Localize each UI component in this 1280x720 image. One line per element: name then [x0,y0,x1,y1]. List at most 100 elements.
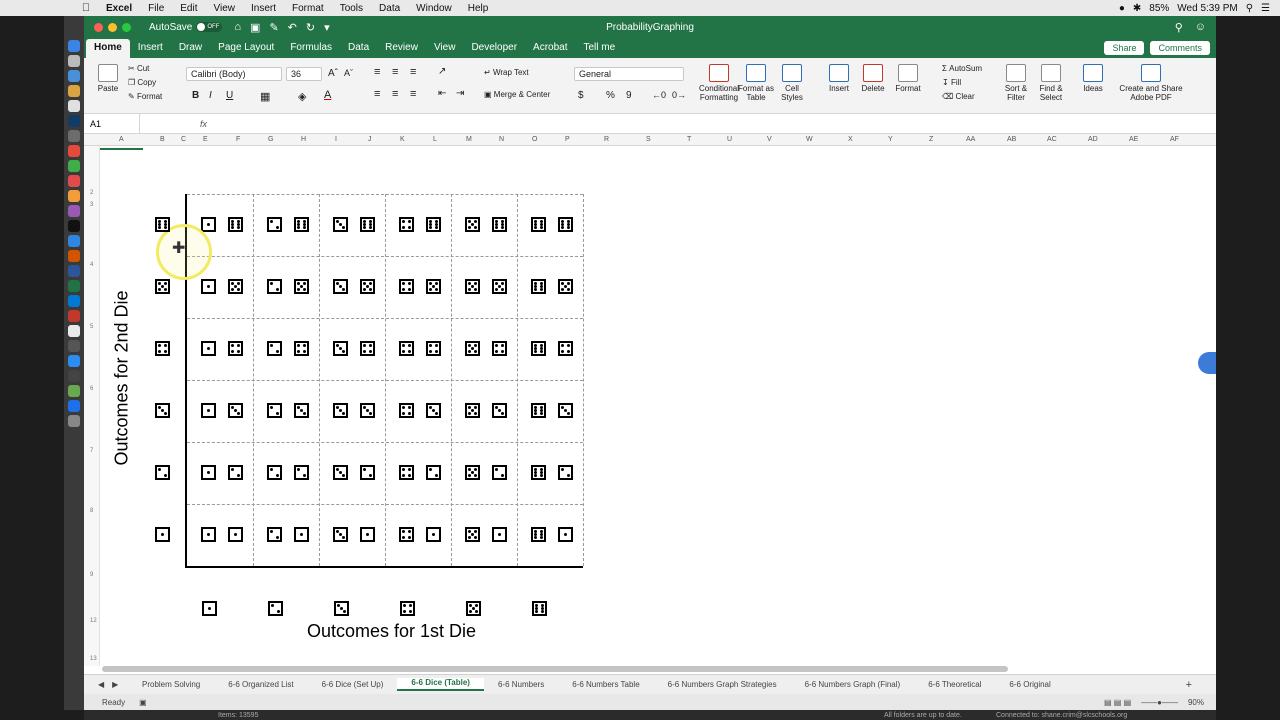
spotlight-icon[interactable]: ⚲ [1246,3,1253,14]
currency-icon[interactable]: $ [578,90,584,101]
column-header[interactable]: R [604,136,609,143]
column-header[interactable]: S [646,136,651,143]
create-share-pdf-button[interactable]: Create and Share Adobe PDF [1118,64,1184,102]
cut-button[interactable]: ✂ Cut [128,64,149,73]
sheet-tab-dice-table[interactable]: 6-6 Dice (Table) [397,678,484,691]
close-window-button[interactable] [94,22,103,32]
sheet-tab-numbers-table[interactable]: 6-6 Numbers Table [558,680,653,689]
column-header[interactable]: AF [1170,136,1179,143]
share-button[interactable]: Share [1104,41,1145,55]
outlook-icon[interactable] [68,295,80,307]
trash-icon[interactable] [68,415,80,427]
sheet-tab-numbers[interactable]: 6-6 Numbers [484,680,558,689]
y-axis-label[interactable]: Outcomes for 2nd Die [112,290,133,465]
name-box[interactable]: A1 [90,114,140,133]
tab-tell-me[interactable]: Tell me [576,39,624,58]
notes-icon[interactable] [68,85,80,97]
row-header[interactable]: 4 [90,262,93,268]
orientation-icon[interactable]: ↗ [438,66,446,77]
textedit-icon[interactable] [68,100,80,112]
column-header[interactable]: C [181,136,186,143]
column-header[interactable]: G [268,136,273,143]
insert-cells-button[interactable]: Insert [824,64,854,93]
bluetooth-icon[interactable]: ✱ [1133,3,1141,14]
increase-decimal-icon[interactable]: ←0 [652,90,666,100]
column-header[interactable]: F [236,136,240,143]
column-header[interactable]: U [727,136,732,143]
app-store-icon[interactable] [68,235,80,247]
ideas-button[interactable]: Ideas [1078,64,1108,93]
column-header[interactable]: X [848,136,853,143]
podcasts-icon[interactable] [68,205,80,217]
sheet-tab-original[interactable]: 6-6 Original [995,680,1064,689]
sheet-tab-dice-set-up[interactable]: 6-6 Dice (Set Up) [308,680,398,689]
sheet-tab-theoretical[interactable]: 6-6 Theoretical [914,680,995,689]
column-header[interactable]: V [767,136,772,143]
copy-button[interactable]: ❐ Copy [128,78,156,87]
format-as-table-button[interactable]: Format as Table [738,64,774,102]
tab-acrobat[interactable]: Acrobat [525,39,575,58]
tv-icon[interactable] [68,220,80,232]
column-header[interactable]: AC [1047,136,1057,143]
percent-button[interactable]: % [606,90,615,101]
column-header[interactable]: A [119,136,124,143]
menu-file[interactable]: File [140,3,172,14]
tab-data[interactable]: Data [340,39,377,58]
sheet-tab-organized-list[interactable]: 6-6 Organized List [214,680,307,689]
acrobat-icon[interactable] [68,310,80,322]
decrease-font-icon[interactable]: Aˇ [344,68,353,78]
tab-page-layout[interactable]: Page Layout [210,39,282,58]
menubar-clock[interactable]: Wed 5:39 PM [1177,3,1237,14]
format-painter-button[interactable]: ✎ Format [128,92,162,101]
horizontal-scrollbar[interactable] [102,666,1008,672]
row-header[interactable]: 9 [90,572,93,578]
row-header[interactable]: 7 [90,448,93,454]
search-icon[interactable]: ⚲ [1175,21,1183,34]
add-sheet-icon[interactable]: + [1186,679,1216,691]
menu-window[interactable]: Window [408,3,460,14]
word-icon[interactable] [68,265,80,277]
row-header[interactable]: 2 [90,190,93,196]
menu-tools[interactable]: Tools [332,3,371,14]
wifi-icon[interactable]: ● [1119,3,1125,14]
column-header[interactable]: AD [1088,136,1098,143]
page-view-icons[interactable]: ▤ ▤ ▤ [1104,698,1131,707]
zoom-window-button[interactable] [122,22,131,32]
column-header[interactable]: AA [966,136,975,143]
menu-help[interactable]: Help [460,3,497,14]
delete-cells-button[interactable]: Delete [858,64,888,93]
fx-icon[interactable]: fx [200,119,207,129]
row-header[interactable]: 12 [90,618,97,624]
teams-icon[interactable] [68,400,80,412]
decrease-indent-icon[interactable]: ⇤ [438,88,446,99]
bold-button[interactable]: B [192,90,199,101]
sort-filter-button[interactable]: Sort & Filter [998,64,1034,102]
excel-dock-icon[interactable] [68,280,80,292]
apple-icon[interactable]:  [74,2,98,14]
row-header[interactable]: 8 [90,508,93,514]
autosum-button[interactable]: Σ AutoSum [942,64,982,73]
column-header[interactable]: K [400,136,405,143]
row-header[interactable]: 3 [90,202,93,208]
tab-developer[interactable]: Developer [463,39,525,58]
align-top-icon[interactable]: ≡ [374,66,380,78]
launchpad-icon[interactable] [68,55,80,67]
column-header[interactable]: H [301,136,306,143]
column-header[interactable]: P [565,136,570,143]
prev-sheet-icon[interactable]: ◀ [98,680,104,689]
menu-app[interactable]: Excel [98,3,140,14]
column-header[interactable]: E [203,136,208,143]
menu-format[interactable]: Format [284,3,332,14]
notification-center-icon[interactable]: ☰ [1261,3,1270,14]
tab-draw[interactable]: Draw [171,39,210,58]
align-bottom-icon[interactable]: ≡ [410,66,416,78]
tab-review[interactable]: Review [377,39,426,58]
align-middle-icon[interactable]: ≡ [392,66,398,78]
fill-color-icon[interactable]: ◈ [298,90,306,103]
wrap-text-button[interactable]: ↵ Wrap Text [484,68,529,77]
account-icon[interactable]: ☺ [1195,21,1206,33]
home-icon[interactable]: ⌂ [234,21,241,34]
menu-data[interactable]: Data [371,3,408,14]
music-icon[interactable] [68,190,80,202]
photoshop-icon[interactable] [68,115,80,127]
